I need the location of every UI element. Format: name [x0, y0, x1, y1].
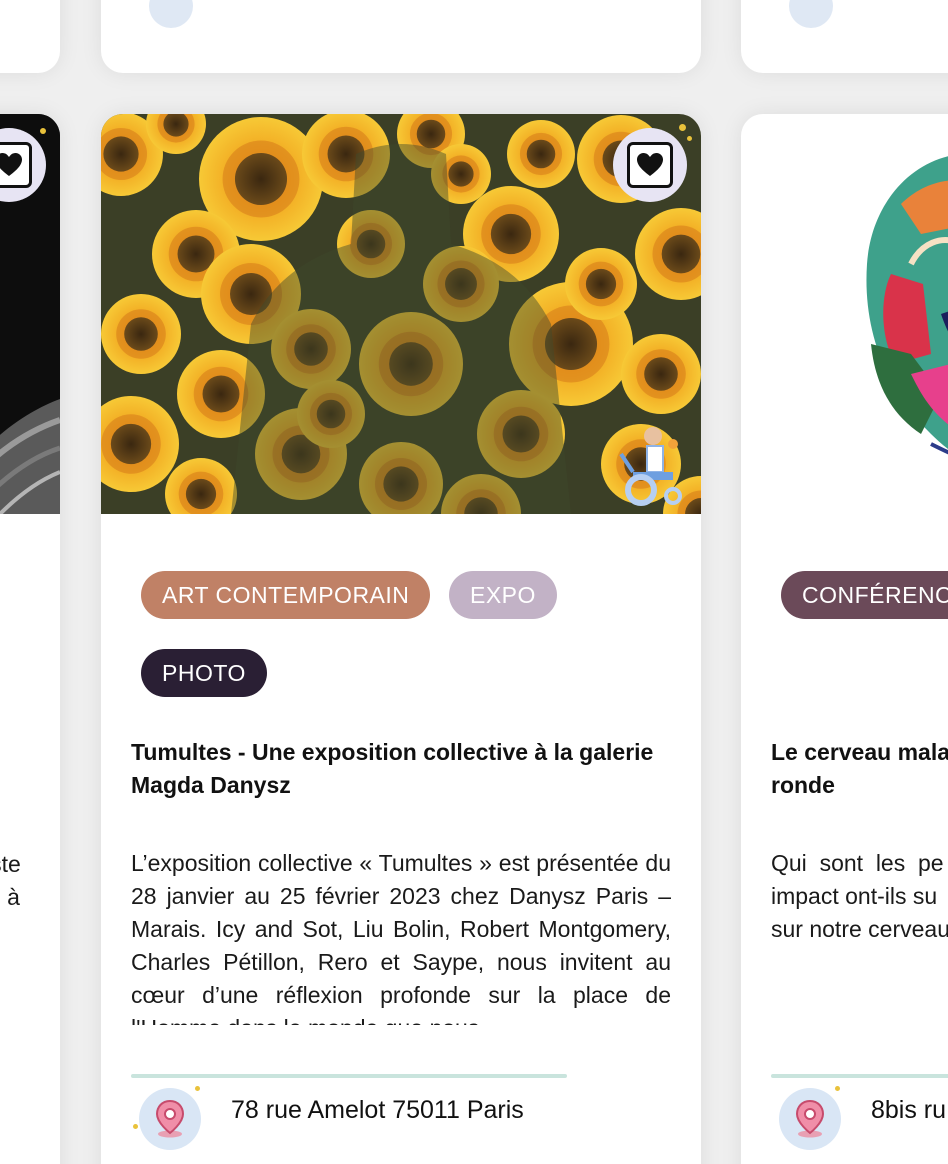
divider: [131, 1074, 567, 1078]
event-description-line: Qui sont les pe: [771, 850, 944, 876]
event-title-line: ronde: [771, 772, 835, 798]
tag-conference[interactable]: CONFÉRENCE: [781, 571, 948, 619]
event-title[interactable]: Le cerveau mala ronde: [771, 736, 948, 802]
location-pin-icon: [139, 1088, 201, 1150]
event-card-tumultes[interactable]: ART CONTEMPORAIN EXPO PHOTO Tumultes - U…: [101, 114, 701, 1164]
decor-dot: [133, 1124, 138, 1129]
decor-dot: [195, 1086, 200, 1091]
event-card-right[interactable]: CONFÉRENCE Le cerveau mala ronde Qui son…: [741, 114, 948, 1164]
heart-icon: [627, 142, 673, 188]
events-grid: r iste e à: [0, 0, 948, 1164]
location-pin-icon: [149, 0, 193, 28]
location-pin-icon: [789, 0, 833, 28]
event-description: L’exposition collective « Tumultes » est…: [131, 850, 671, 1025]
decor-dot: [40, 128, 46, 134]
event-card-previous-right[interactable]: [741, 0, 948, 73]
tag-art-contemporain[interactable]: ART CONTEMPORAIN: [141, 571, 431, 619]
decor-dot: [679, 124, 686, 131]
heart-icon: [0, 142, 32, 188]
event-description-fragment: iste: [0, 851, 21, 877]
event-address: 78 rue Amelot 75011 Paris: [231, 1096, 524, 1124]
event-address-row[interactable]: 78 rue Amelot 75011 Paris: [131, 1084, 671, 1154]
event-description-line: sur notre cerveau: [771, 916, 948, 942]
event-description-line: impact ont-ils su: [771, 883, 938, 909]
location-pin-icon: [779, 1088, 841, 1150]
event-address-row[interactable]: 8bis ru: [771, 1084, 948, 1154]
event-title[interactable]: Tumultes - Une exposition collective à l…: [131, 736, 671, 802]
event-card-previous-left[interactable]: [0, 0, 60, 73]
brain-artwork: [851, 144, 948, 489]
accessibility-wheelchair-icon: [611, 424, 691, 511]
decor-dot: [835, 1086, 840, 1091]
favorite-button[interactable]: [613, 128, 687, 202]
event-card-left[interactable]: r iste e à: [0, 114, 60, 1164]
tag-photo[interactable]: PHOTO: [141, 649, 267, 697]
divider: [771, 1074, 948, 1078]
event-address: 8bis ru: [871, 1096, 947, 1124]
event-description: Qui sont les pe impact ont-ils su sur no…: [771, 847, 948, 946]
tag-expo[interactable]: EXPO: [449, 571, 557, 619]
event-card-previous-middle[interactable]: [101, 0, 701, 73]
event-title-line: Le cerveau mala: [771, 739, 948, 765]
event-description-fragment: e à: [0, 884, 20, 910]
decor-dot: [687, 136, 692, 141]
